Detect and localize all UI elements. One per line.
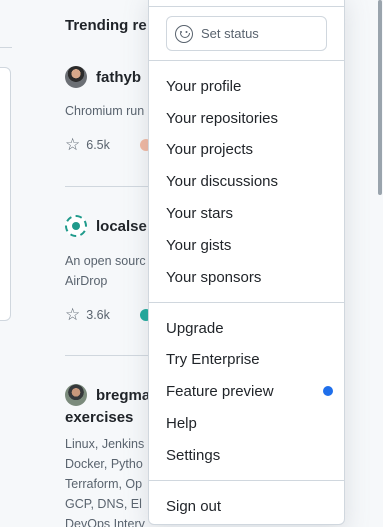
star-icon[interactable]: ☆ xyxy=(65,306,80,323)
menu-item-try-enterprise[interactable]: Try Enterprise xyxy=(166,351,260,369)
left-divider xyxy=(0,47,12,48)
repo-name[interactable]: bregma xyxy=(96,387,150,404)
avatar[interactable] xyxy=(65,384,87,406)
menu-item-your-gists[interactable]: Your gists xyxy=(166,237,231,255)
repo-name[interactable]: fathyb xyxy=(96,69,141,86)
set-status-label: Set status xyxy=(201,26,259,41)
menu-item-settings[interactable]: Settings xyxy=(166,447,220,465)
menu-separator xyxy=(149,6,344,7)
feature-preview-indicator-dot xyxy=(323,386,333,396)
smiley-icon xyxy=(175,24,193,43)
star-count: 6.5k xyxy=(86,137,110,152)
set-status-button[interactable]: Set status xyxy=(166,16,327,51)
repo-name[interactable]: localse xyxy=(96,218,147,235)
menu-item-your-profile[interactable]: Your profile xyxy=(166,78,241,96)
feed-divider xyxy=(65,355,155,356)
left-card xyxy=(0,67,11,321)
menu-separator xyxy=(149,60,344,61)
scrollbar-thumb[interactable] xyxy=(378,0,382,195)
user-dropdown-menu: Set status Your profile Your repositorie… xyxy=(148,0,345,525)
feed-title: Trending re xyxy=(65,17,147,34)
menu-item-feature-preview[interactable]: Feature preview xyxy=(166,383,274,401)
menu-separator xyxy=(149,302,344,303)
menu-item-your-discussions[interactable]: Your discussions xyxy=(166,173,278,191)
left-panel-edge xyxy=(0,0,12,527)
menu-item-your-stars[interactable]: Your stars xyxy=(166,205,233,223)
menu-item-help[interactable]: Help xyxy=(166,415,197,433)
menu-item-your-projects[interactable]: Your projects xyxy=(166,141,253,159)
scrollbar[interactable] xyxy=(377,0,383,527)
menu-item-upgrade[interactable]: Upgrade xyxy=(166,320,224,338)
menu-item-your-sponsors[interactable]: Your sponsors xyxy=(166,269,261,287)
menu-item-sign-out[interactable]: Sign out xyxy=(166,498,221,516)
menu-item-your-repositories[interactable]: Your repositories xyxy=(166,110,278,128)
star-icon[interactable]: ☆ xyxy=(65,136,80,153)
avatar[interactable] xyxy=(65,215,87,237)
feed-divider xyxy=(65,186,155,187)
avatar[interactable] xyxy=(65,66,87,88)
menu-separator xyxy=(149,480,344,481)
star-count: 3.6k xyxy=(86,307,110,322)
